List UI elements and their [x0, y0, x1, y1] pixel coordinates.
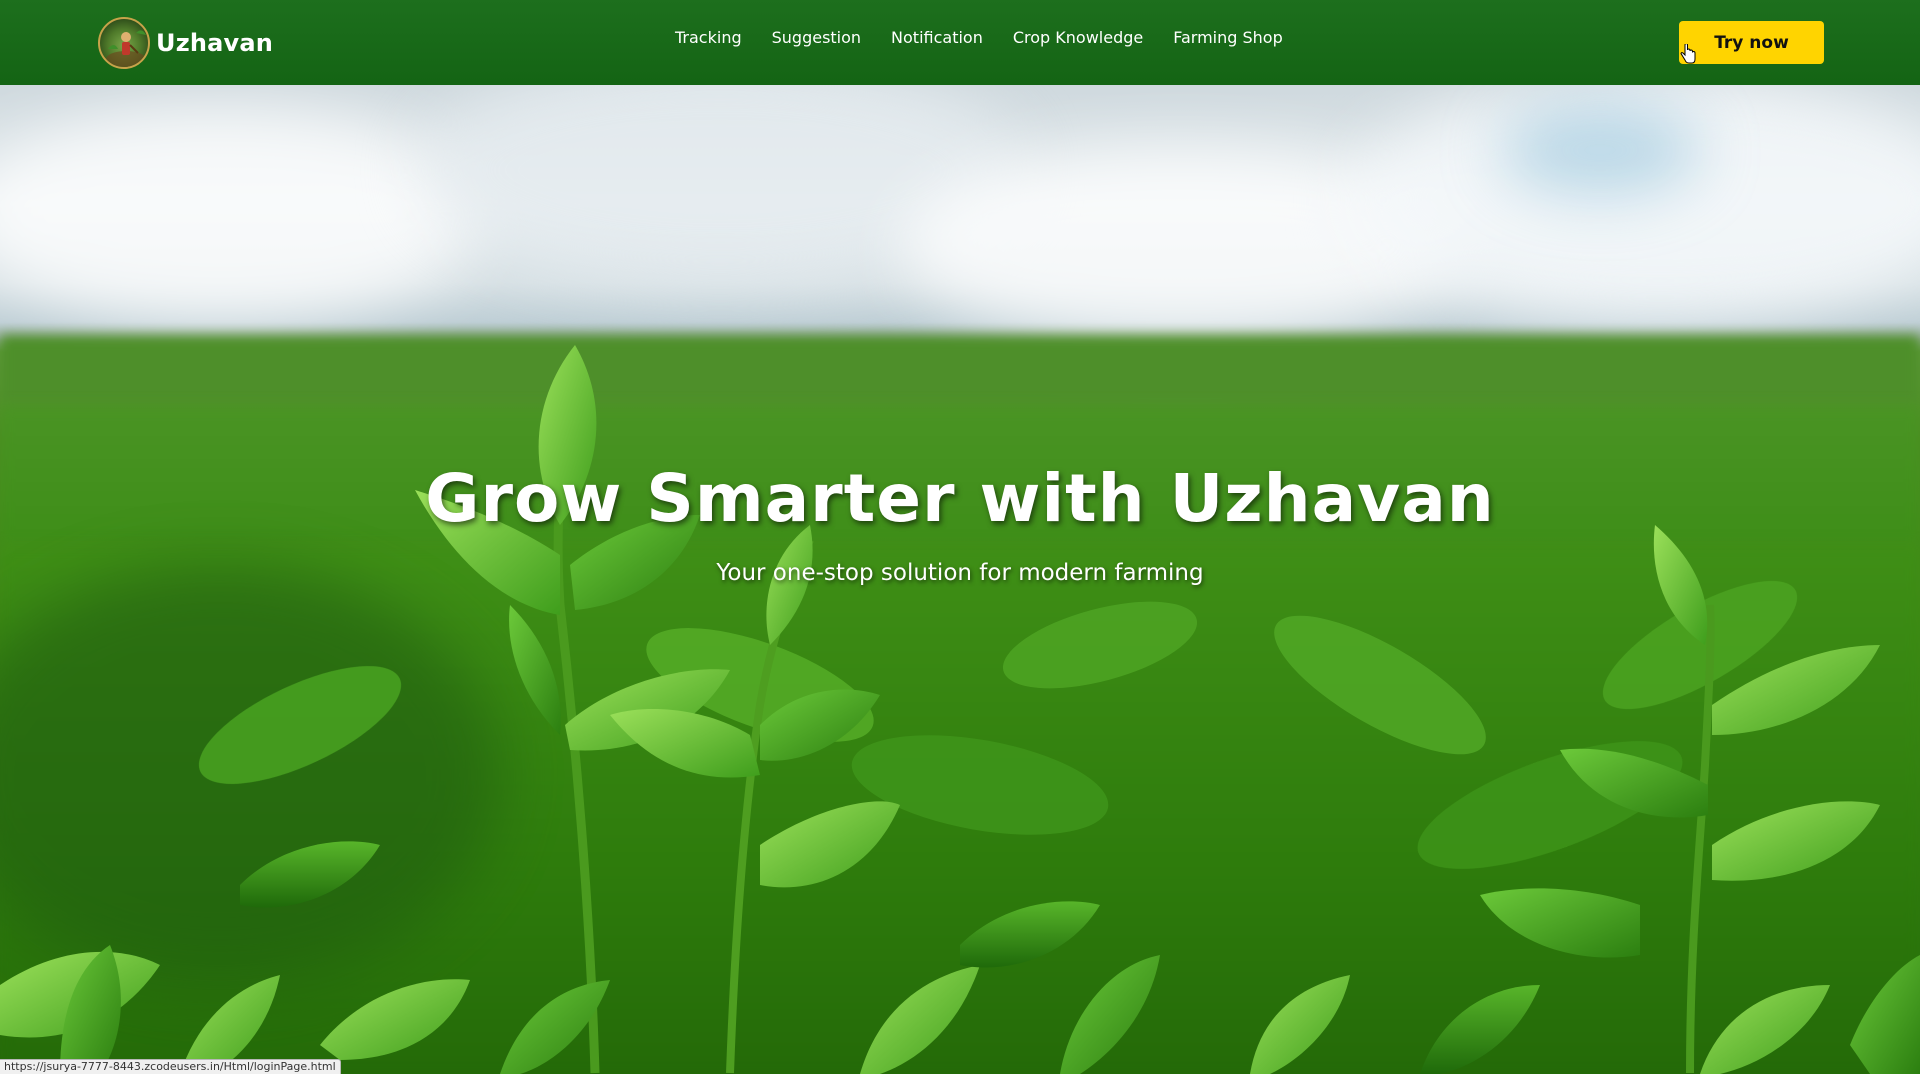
top-navbar: Uzhavan Tracking Suggestion Notification…: [0, 0, 1920, 85]
try-now-button[interactable]: Try now: [1679, 21, 1824, 64]
nav-link-tracking[interactable]: Tracking: [675, 28, 742, 47]
farmer-logo-icon[interactable]: [98, 16, 150, 69]
hero-title: Grow Smarter with Uzhavan: [425, 460, 1495, 537]
main-nav: Tracking Suggestion Notification Crop Kn…: [675, 28, 1283, 47]
nav-link-crop-knowledge[interactable]: Crop Knowledge: [1013, 28, 1143, 47]
nav-link-farming-shop[interactable]: Farming Shop: [1173, 28, 1283, 47]
brand-name[interactable]: Uzhavan: [156, 29, 273, 57]
hero-subtitle: Your one-stop solution for modern farmin…: [716, 560, 1204, 586]
nav-link-notification[interactable]: Notification: [891, 28, 983, 47]
hero-section: Grow Smarter with Uzhavan Your one-stop …: [0, 85, 1920, 1074]
link-status-bar: https://jsurya-7777-8443.zcodeusers.in/H…: [0, 1059, 341, 1074]
hand-cursor-icon: [1680, 44, 1696, 64]
brand[interactable]: Uzhavan: [98, 16, 273, 69]
nav-link-suggestion[interactable]: Suggestion: [772, 28, 861, 47]
